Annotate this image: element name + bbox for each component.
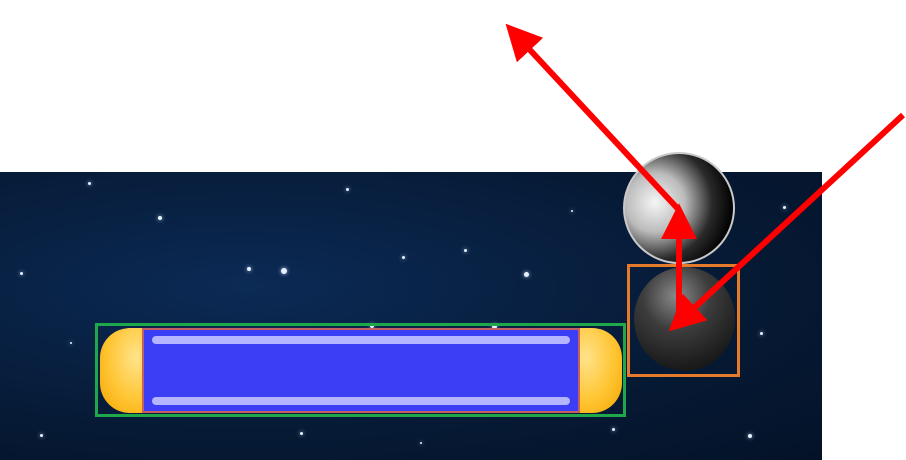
trajectory-arrows bbox=[505, 23, 906, 332]
game-canvas[interactable] bbox=[0, 0, 906, 460]
incoming-trajectory-arrow bbox=[668, 112, 906, 332]
outgoing-trajectory-arrow bbox=[505, 23, 682, 213]
